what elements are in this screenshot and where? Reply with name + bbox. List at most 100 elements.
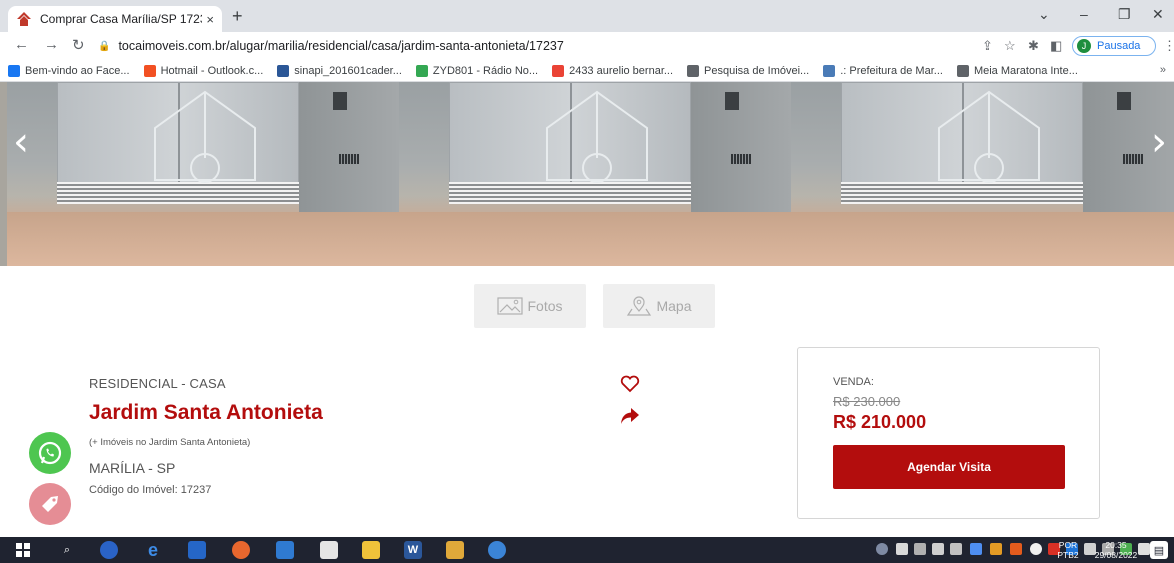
map-label: Mapa [656,298,692,314]
whatsapp-button[interactable] [29,432,71,474]
address-bar[interactable]: 🔒 tocaimoveis.com.br/alugar/marilia/resi… [98,35,978,57]
bookmark-label: Hotmail - Outlook.c... [160,64,264,77]
property-code: Código do Imóvel: 17237 [89,484,212,496]
reload-icon[interactable]: ↻ [72,36,85,54]
bookmark-favicon-icon [552,64,565,77]
avatar: J [1077,39,1091,53]
tag-button[interactable] [29,483,71,525]
tray-usb-icon[interactable] [896,543,908,555]
menu-icon[interactable]: ⋮ [1163,38,1174,54]
back-icon[interactable]: ← [14,36,29,53]
watermark-logo-icon [938,90,1040,183]
tray-device-icon[interactable] [914,543,926,555]
bookmark-label: sinapi_201601cader... [294,64,402,77]
minimize-button[interactable]: – [1080,6,1088,22]
media-player-icon[interactable] [188,541,206,559]
bookmark-favicon-icon [956,64,969,77]
clock-time[interactable]: 20:35 [1088,540,1144,550]
bookmark-label: Pesquisa de Imóvei... [704,64,810,77]
photo-icon [497,297,524,315]
browser-tab[interactable]: Comprar Casa Marília/SP 17237 × [8,6,222,32]
extensions-icon[interactable]: ✱ [1028,38,1039,54]
bookmark-label: 2433 aurelio bernar... [569,64,674,77]
internet-explorer-icon[interactable]: e [144,540,162,560]
tray-notes-icon[interactable] [990,543,1002,555]
keyboard-layout[interactable]: PTB2 [1054,550,1082,560]
input-language[interactable]: POR [1054,540,1082,550]
bookmark-label: ZYD801 - Rádio No... [432,64,539,77]
tray-app2-icon[interactable] [950,543,962,555]
carousel-prev-arrow[interactable]: ‹ [6,118,36,166]
browser-toolbar: ← → ↻ 🔒 tocaimoveis.com.br/alugar/marili… [0,32,1174,60]
bookmark-item[interactable]: .: Prefeitura de Mar... [823,64,943,77]
bookmark-item[interactable]: Bem-vindo ao Face... [8,64,130,77]
clock-date[interactable]: 29/08/2022 [1088,550,1144,560]
bookmarks-more-icon[interactable]: » [1160,64,1166,76]
maximize-button[interactable]: ❐ [1118,6,1131,23]
word-icon[interactable]: W [404,541,422,559]
windows-taskbar: ⌕ e W POR PTB2 20:35 29/08/2022 ▤ [0,537,1174,563]
tab-search-icon[interactable]: ⌄ [1038,6,1050,23]
tab-close-icon[interactable]: × [206,12,214,27]
watermark-logo-icon [546,90,648,183]
file-explorer-icon[interactable] [362,541,380,559]
photos-button[interactable]: Fotos [474,284,586,328]
bookmark-item[interactable]: Pesquisa de Imóvei... [687,64,810,77]
schedule-visit-button[interactable]: Agendar Visita [833,445,1065,489]
tray-app-icon[interactable] [932,543,944,555]
old-price: R$ 230.000 [833,394,901,409]
close-window-button[interactable]: ✕ [1152,6,1164,23]
bookmark-item[interactable]: sinapi_201601cader... [277,64,402,77]
profile-status: Pausada [1097,40,1141,52]
chrome-icon[interactable] [488,541,506,559]
bookmark-item[interactable]: 2433 aurelio bernar... [552,64,674,77]
bookmark-item[interactable]: Hotmail - Outlook.c... [143,64,264,77]
circle-app-icon[interactable] [100,541,118,559]
more-listings-link[interactable]: (+ Imóveis no Jardim Santa Antonieta) [89,437,250,448]
search-icon[interactable]: ⌕ [58,541,76,559]
notification-icon[interactable]: ▤ [1150,541,1168,559]
forward-icon[interactable]: → [44,36,59,53]
firefox-icon[interactable] [232,541,250,559]
profile-button[interactable]: J Pausada [1072,36,1156,56]
bookmark-favicon-icon [143,64,156,77]
new-tab-button[interactable]: + [232,6,243,27]
bookmark-star-icon[interactable]: ☆ [1004,38,1016,54]
share-arrow-icon[interactable] [620,406,640,426]
store-icon[interactable] [276,541,294,559]
browser-tab-bar: Comprar Casa Marília/SP 17237 × + ⌄ – ❐ … [0,0,1174,32]
bookmark-item[interactable]: ZYD801 - Rádio No... [415,64,539,77]
file-icon[interactable] [320,541,338,559]
side-panel-icon[interactable]: ◧ [1050,38,1062,54]
carousel-photo[interactable] [791,82,1174,266]
share-page-icon[interactable]: ⇪ [982,38,993,54]
windows-start-icon[interactable] [14,541,32,559]
photos-label: Fotos [527,298,563,314]
bookmark-favicon-icon [8,64,20,77]
heart-icon[interactable] [620,375,640,393]
photo-carousel[interactable]: ‹ › [0,82,1174,266]
current-price: R$ 210.000 [833,412,927,432]
office-app-icon[interactable] [446,541,464,559]
tray-skype-icon[interactable] [876,543,888,555]
carousel-photo[interactable] [399,82,791,266]
carousel-photo[interactable] [7,82,399,266]
tray-office-icon[interactable] [1010,543,1022,555]
bookmark-label: Meia Maratona Inte... [973,64,1078,77]
bookmark-favicon-icon [687,64,700,77]
bookmark-label: .: Prefeitura de Mar... [840,64,943,77]
lock-icon: 🔒 [98,40,111,52]
price-card: VENDA: R$ 230.000 R$ 210.000 Agendar Vis… [797,347,1100,519]
bookmark-item[interactable]: Meia Maratona Inte... [956,64,1078,77]
bookmark-label: Bem-vindo ao Face... [25,64,130,77]
carousel-next-arrow[interactable]: › [1144,118,1174,166]
bookmark-favicon-icon [823,64,836,77]
tray-circle-icon[interactable] [1030,543,1042,555]
tray-mail-icon[interactable] [970,543,982,555]
map-button[interactable]: Mapa [603,284,715,328]
bookmark-favicon-icon [277,64,290,77]
watermark-logo-icon [154,90,256,183]
city-state: MARÍLIA - SP [89,460,176,476]
property-type: RESIDENCIAL - CASA [89,376,226,391]
neighborhood-title: Jardim Santa Antonieta [89,401,323,424]
